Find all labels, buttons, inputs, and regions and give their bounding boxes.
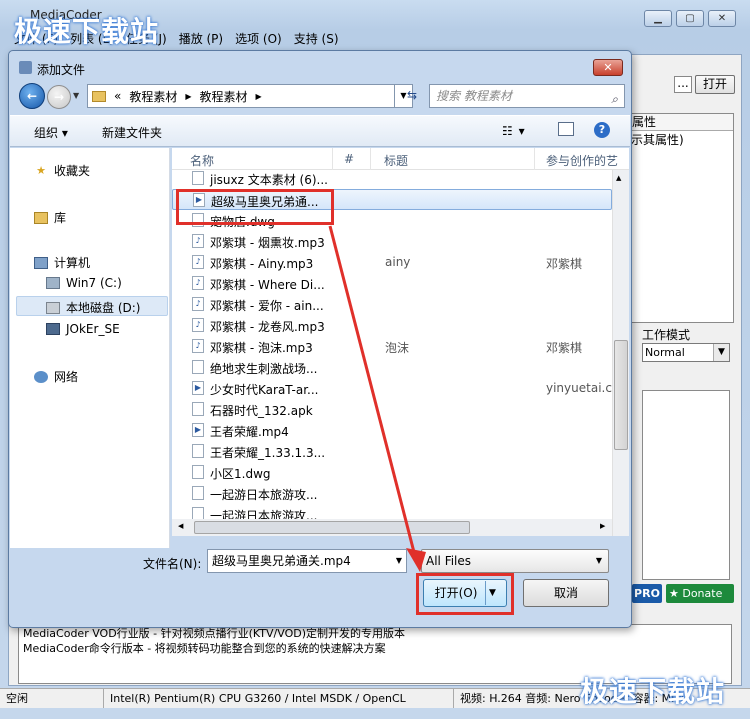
watermark: 极速下载站 xyxy=(580,675,726,708)
watermark: 极速下载站 xyxy=(14,15,160,48)
annotation-arrow xyxy=(328,225,426,572)
